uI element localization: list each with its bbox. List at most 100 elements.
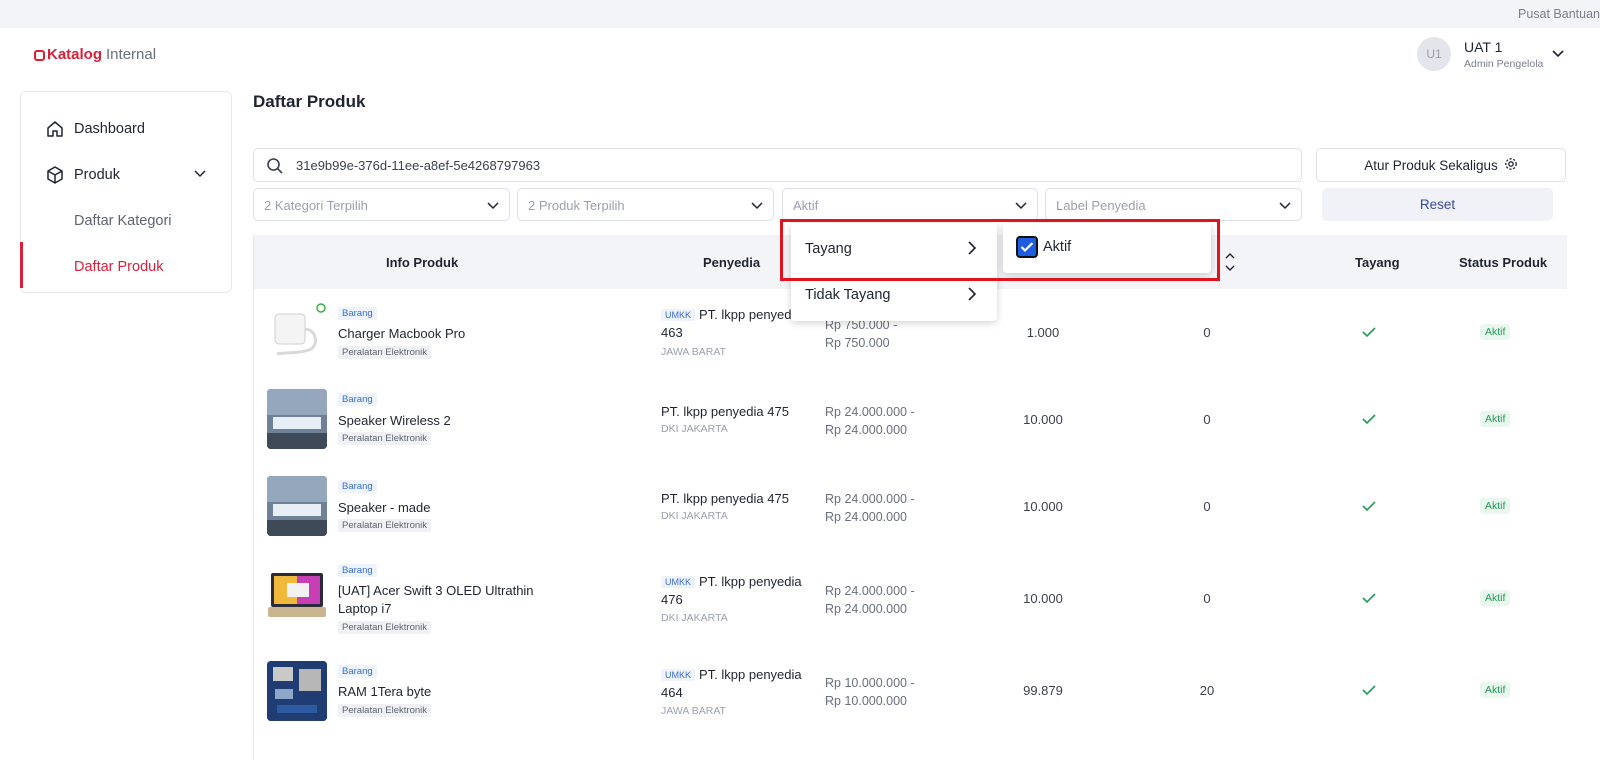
- stock-value: 1.000: [1026, 325, 1060, 340]
- active-indicator: [20, 242, 23, 288]
- search-icon: [266, 157, 284, 180]
- sold-value: 20: [1199, 683, 1215, 698]
- vendor-region: JAWA BARAT: [661, 705, 726, 717]
- price-range: Rp 24.000.000 - Rp 24.000.000: [825, 403, 915, 439]
- table-row[interactable]: Barang [UAT] Acer Swift 3 OLED Ultrathin…: [254, 553, 1567, 653]
- sidebar-item-daftar-kategori[interactable]: Daftar Kategori: [74, 213, 172, 229]
- price-max: Rp 24.000.000: [825, 510, 908, 524]
- search-box: [253, 148, 1302, 182]
- bulk-edit-label: Atur Produk Sekaligus: [1364, 157, 1498, 173]
- vendor-name[interactable]: UMKK PT. lkpp penyedia 463: [661, 306, 806, 342]
- category-badge: Peralatan Elektronik: [338, 346, 432, 359]
- sold-value: 0: [1203, 591, 1211, 606]
- umkk-badge: UMKK: [661, 576, 696, 588]
- product-filter-value: 2 Produk Terpilih: [528, 198, 625, 213]
- status-badge: Aktif: [1480, 682, 1511, 698]
- vendor-name[interactable]: PT. lkpp penyedia 475: [661, 490, 806, 508]
- check-icon: [1362, 325, 1376, 343]
- category-filter[interactable]: 2 Kategori Terpilih: [253, 188, 510, 221]
- price-max: Rp 24.000.000: [825, 423, 908, 437]
- vendor-region: DKI JAKARTA: [661, 612, 728, 624]
- price-range: Rp 10.000.000 - Rp 10.000.000: [825, 674, 915, 710]
- check-icon: [1362, 591, 1376, 609]
- sidebar-item-label: Produk: [74, 167, 120, 183]
- top-strip: Pusat Bantuan: [0, 0, 1600, 28]
- status-badge: Aktif: [1480, 411, 1511, 427]
- page-title: Daftar Produk: [253, 92, 366, 111]
- product-thumbnail[interactable]: [267, 389, 327, 449]
- vendor-name[interactable]: PT. lkpp penyedia 475: [661, 403, 806, 421]
- product-name[interactable]: Speaker Wireless 2: [338, 412, 538, 430]
- sold-value: 0: [1203, 499, 1211, 514]
- umkk-badge: UMKK: [661, 309, 696, 321]
- price-range: Rp 750.000 - Rp 750.000: [825, 316, 897, 352]
- product-type-badge: Barang: [338, 665, 377, 678]
- status-filter[interactable]: Aktif: [782, 188, 1038, 221]
- vendor-name[interactable]: UMKK PT. lkpp penyedia 464: [661, 666, 806, 702]
- chevron-down-icon: [487, 199, 499, 214]
- help-center-link[interactable]: Pusat Bantuan: [1518, 7, 1600, 21]
- product-name[interactable]: [UAT] Acer Swift 3 OLED Ultrathin Laptop…: [338, 582, 538, 618]
- vendor-name[interactable]: UMKK PT. lkpp penyedia 476: [661, 573, 806, 609]
- reset-button[interactable]: Reset: [1322, 188, 1553, 221]
- category-badge: Peralatan Elektronik: [338, 432, 432, 445]
- avatar[interactable]: U1: [1417, 37, 1451, 71]
- app-header: Katalog Internal U1 UAT 1 Admin Pengelol…: [0, 28, 1600, 84]
- product-type-badge: Barang: [338, 480, 377, 493]
- bulk-edit-button[interactable]: Atur Produk Sekaligus: [1316, 148, 1566, 182]
- column-header-tayang: Tayang: [1355, 255, 1400, 270]
- sidebar-item-produk[interactable]: Produk: [21, 155, 231, 195]
- category-badge: Peralatan Elektronik: [338, 621, 432, 634]
- product-type-badge: Barang: [338, 307, 377, 320]
- user-name[interactable]: UAT 1: [1464, 39, 1502, 55]
- chevron-down-icon: [1279, 199, 1291, 214]
- vendor-region: JAWA BARAT: [661, 346, 726, 358]
- check-icon: [1362, 499, 1376, 517]
- vendor-region: DKI JAKARTA: [661, 423, 728, 435]
- check-icon: [1362, 412, 1376, 430]
- app-logo[interactable]: Katalog Internal: [34, 46, 156, 63]
- status-badge: Aktif: [1480, 498, 1511, 514]
- stock-value: 10.000: [1023, 412, 1063, 427]
- chevron-right-icon: [967, 287, 977, 305]
- bag-icon: [34, 50, 45, 61]
- umkk-badge: UMKK: [661, 669, 696, 681]
- chevron-down-icon: [1015, 199, 1027, 214]
- sold-value: 0: [1203, 412, 1211, 427]
- table-row[interactable]: Barang Speaker Wireless 2 Peralatan Elek…: [254, 376, 1567, 462]
- sidebar-item-label: Dashboard: [74, 121, 145, 137]
- product-type-badge: Barang: [338, 564, 377, 577]
- search-input[interactable]: [296, 155, 1276, 175]
- product-thumbnail[interactable]: [267, 661, 327, 721]
- sidebar-item-dashboard[interactable]: Dashboard: [21, 109, 231, 149]
- column-header-status: Status Produk: [1459, 255, 1548, 270]
- category-badge: Peralatan Elektronik: [338, 519, 432, 532]
- sidebar-item-daftar-produk[interactable]: Daftar Produk: [74, 259, 163, 275]
- column-header-vendor: Penyedia: [703, 255, 761, 270]
- product-filter[interactable]: 2 Produk Terpilih: [517, 188, 774, 221]
- vendor-label-filter-value: Label Penyedia: [1056, 198, 1146, 213]
- vendor-label-filter[interactable]: Label Penyedia: [1045, 188, 1302, 221]
- status-badge: Aktif: [1480, 590, 1511, 606]
- category-badge: Peralatan Elektronik: [338, 704, 432, 717]
- table-row[interactable]: Barang RAM 1Tera byte Peralatan Elektron…: [254, 653, 1567, 739]
- status-badge: Aktif: [1480, 324, 1511, 340]
- price-max: Rp 24.000.000: [825, 602, 908, 616]
- sidebar: Dashboard Produk Daftar Kategori Daftar …: [20, 91, 232, 293]
- sort-icon[interactable]: [1224, 251, 1236, 276]
- price-max: Rp 750.000: [825, 336, 890, 350]
- highlight-box: [780, 219, 1220, 281]
- menu-item-label: Tidak Tayang: [805, 287, 891, 303]
- product-thumbnail[interactable]: [267, 476, 327, 536]
- table-row[interactable]: Barang Speaker - made Peralatan Elektron…: [254, 463, 1567, 549]
- chevron-down-icon[interactable]: [193, 167, 207, 185]
- product-name[interactable]: Speaker - made: [338, 499, 538, 517]
- product-thumbnail[interactable]: [267, 302, 327, 362]
- chevron-down-icon[interactable]: [1552, 46, 1564, 64]
- user-role: Admin Pengelola: [1464, 58, 1544, 70]
- product-name[interactable]: Charger Macbook Pro: [338, 325, 538, 343]
- gear-icon: [1504, 157, 1518, 174]
- product-name[interactable]: RAM 1Tera byte: [338, 683, 538, 701]
- product-thumbnail[interactable]: [267, 567, 327, 627]
- stock-value: 10.000: [1023, 499, 1063, 514]
